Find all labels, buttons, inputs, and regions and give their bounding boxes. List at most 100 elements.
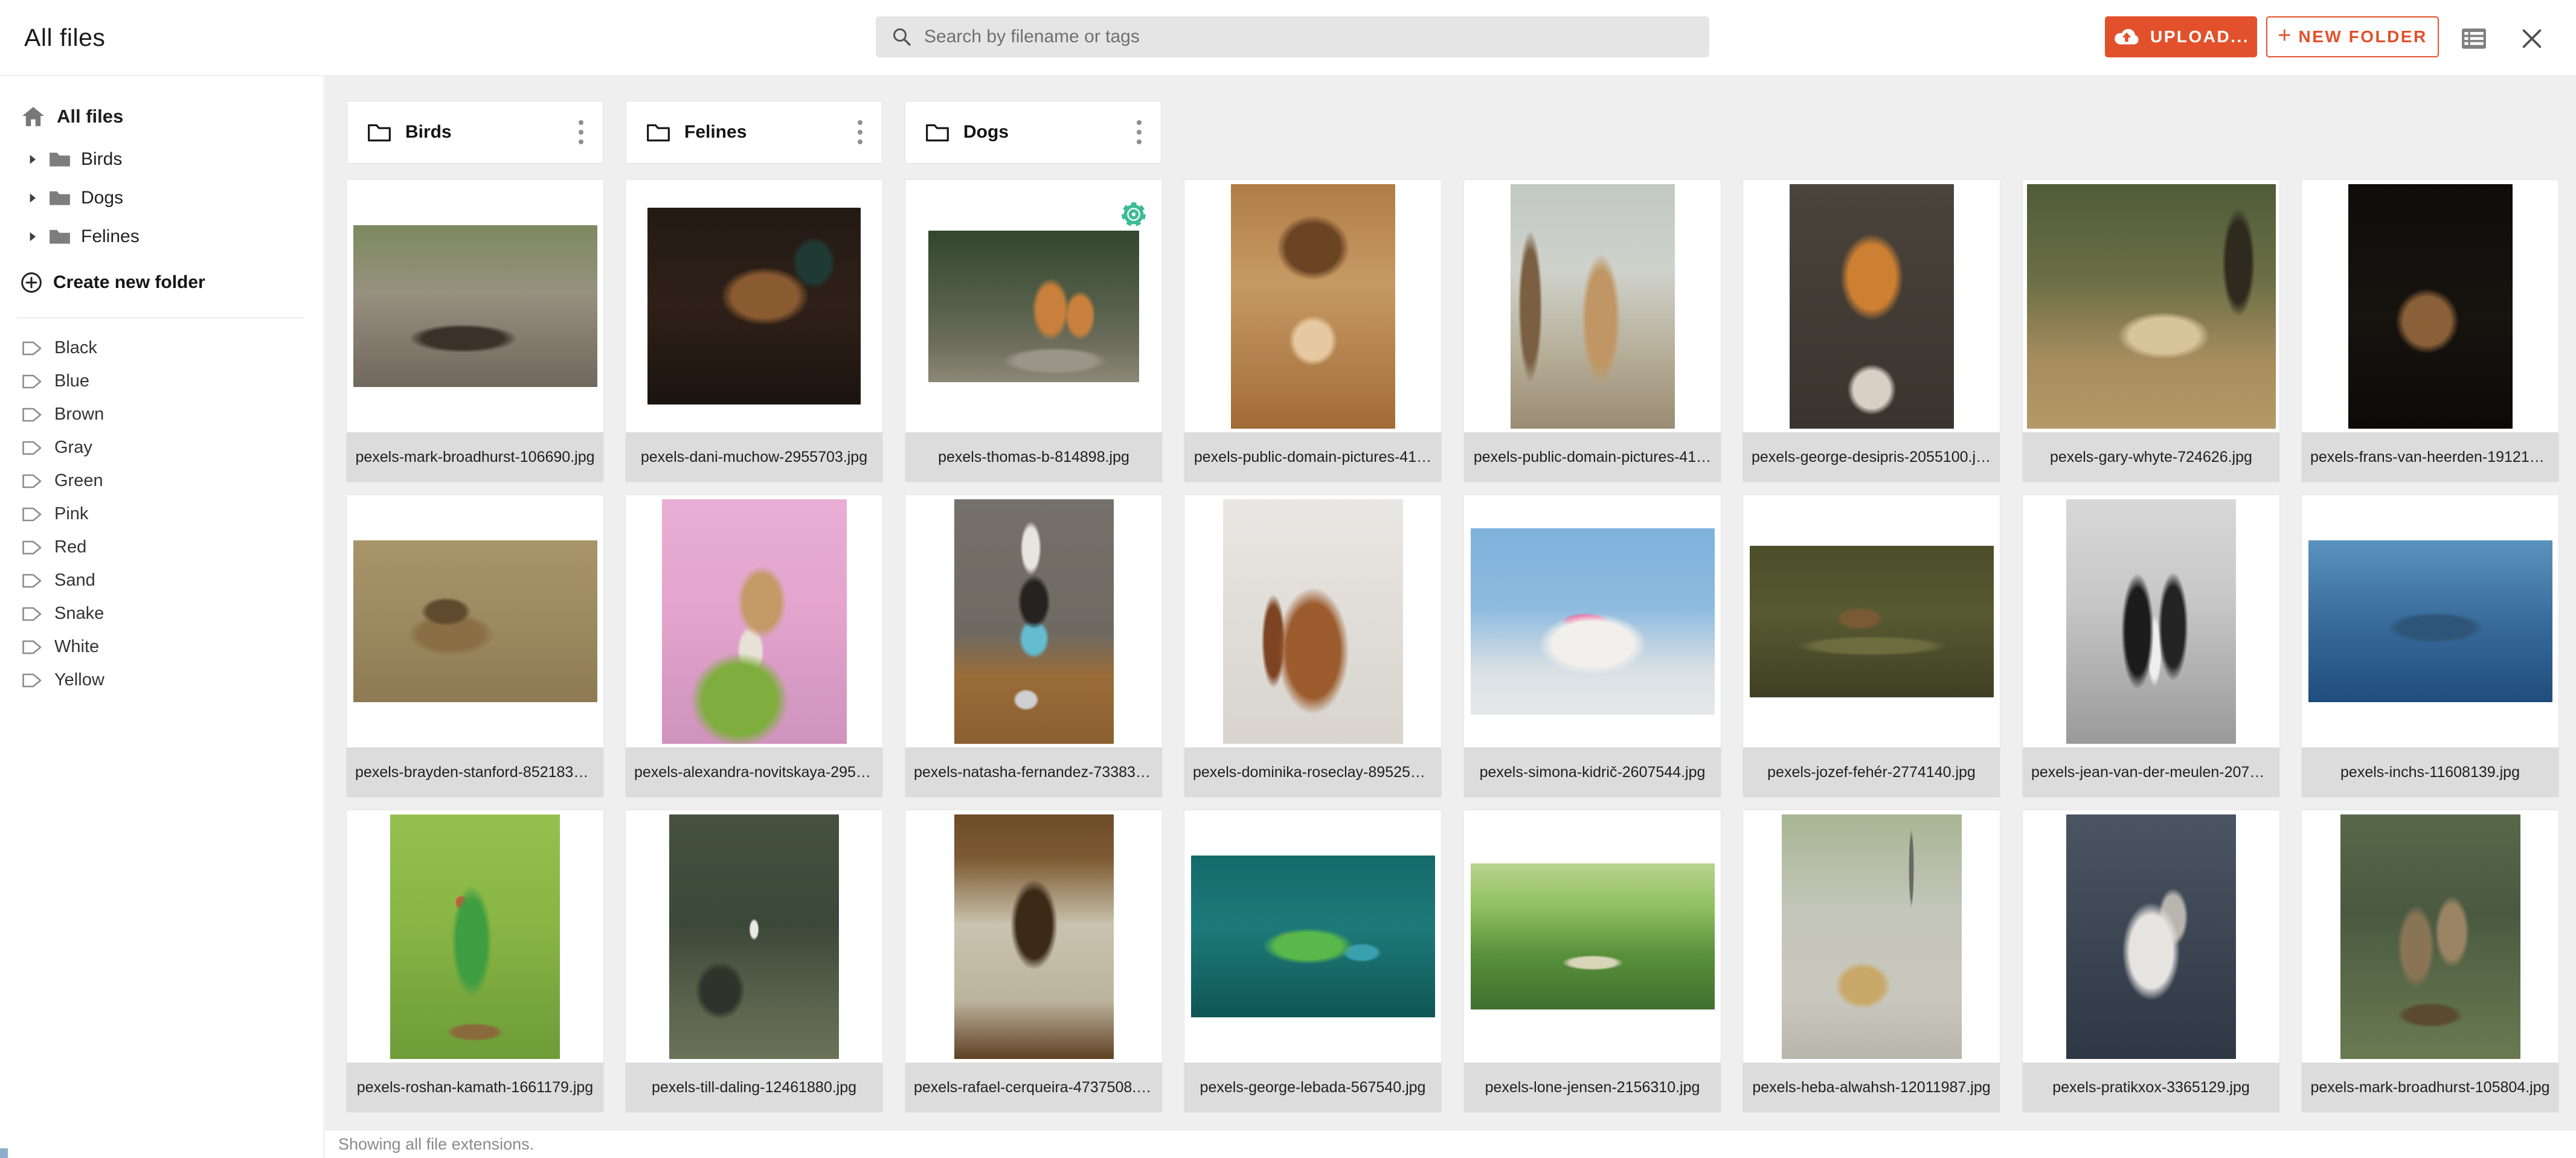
image-thumbnail: [1750, 546, 1994, 697]
image-thumbnail: [928, 231, 1139, 382]
sidebar-folder-label: Felines: [81, 226, 140, 247]
file-card[interactable]: pexels-rafael-cerqueira-4737508.jpg: [905, 810, 1162, 1112]
thumbnail-area: [1184, 180, 1441, 432]
status-text: Showing all file extensions.: [338, 1135, 534, 1154]
thumbnail-area: [905, 810, 1162, 1063]
upload-button[interactable]: UPLOAD...: [2105, 16, 2257, 57]
sidebar-tag-snake[interactable]: Snake: [0, 597, 324, 630]
file-card[interactable]: pexels-dominika-roseclay-895259.…: [1184, 495, 1441, 797]
file-card[interactable]: pexels-alexandra-novitskaya-2951…: [626, 495, 882, 797]
list-view-button[interactable]: [2459, 24, 2488, 53]
file-card[interactable]: pexels-mark-broadhurst-106690.jpg: [347, 180, 603, 482]
file-card[interactable]: pexels-gary-whyte-724626.jpg: [2023, 180, 2279, 482]
file-name-label: pexels-till-daling-12461880.jpg: [626, 1063, 882, 1112]
scroll-grip[interactable]: [0, 1148, 8, 1158]
search-input[interactable]: [923, 26, 1709, 48]
tag-icon: [22, 473, 42, 489]
thumbnail-area: [2023, 495, 2279, 747]
image-thumbnail: [2308, 540, 2552, 702]
thumbnail-area: [626, 180, 882, 432]
thumbnail-area: [1464, 810, 1721, 1063]
file-name-label: pexels-george-lebada-567540.jpg: [1184, 1063, 1441, 1112]
file-card[interactable]: pexels-heba-alwahsh-12011987.jpg: [1743, 810, 2000, 1112]
file-card[interactable]: pexels-frans-van-heerden-191217…: [2302, 180, 2558, 482]
thumbnail-area: [347, 810, 603, 1063]
folder-icon: [48, 189, 71, 207]
sidebar-item-felines[interactable]: Felines: [0, 217, 324, 256]
sidebar-tag-sand[interactable]: Sand: [0, 564, 324, 597]
sidebar-tag-white[interactable]: White: [0, 630, 324, 664]
upload-cloud-icon: [2113, 27, 2141, 47]
file-card[interactable]: pexels-george-desipris-2055100.jpg: [1743, 180, 2000, 482]
folder-card-birds[interactable]: Birds: [347, 101, 603, 164]
file-card[interactable]: pexels-brayden-stanford-8521834.…: [347, 495, 603, 797]
file-card[interactable]: pexels-lone-jensen-2156310.jpg: [1464, 810, 1721, 1112]
file-name-label: pexels-jozef-fehér-2774140.jpg: [1743, 747, 2000, 797]
folder-icon: [48, 150, 71, 168]
file-card[interactable]: pexels-pratikxox-3365129.jpg: [2023, 810, 2279, 1112]
file-name-label: pexels-natasha-fernandez-733835…: [905, 747, 1162, 797]
folder-card-dogs[interactable]: Dogs: [905, 101, 1161, 164]
sidebar-tag-brown[interactable]: Brown: [0, 398, 324, 431]
file-card[interactable]: pexels-natasha-fernandez-733835…: [905, 495, 1162, 797]
create-new-folder-button[interactable]: Create new folder: [0, 263, 324, 302]
file-card[interactable]: pexels-jean-van-der-meulen-2078…: [2023, 495, 2279, 797]
folder-card-name: Felines: [684, 122, 747, 142]
file-card[interactable]: pexels-jozef-fehér-2774140.jpg: [1743, 495, 2000, 797]
image-thumbnail: [2348, 184, 2513, 429]
folder-outline-icon: [646, 121, 671, 143]
sidebar-tag-red[interactable]: Red: [0, 531, 324, 564]
status-bar: Showing all file extensions.: [325, 1130, 2576, 1158]
search-bar[interactable]: [876, 16, 1709, 57]
file-card[interactable]: pexels-public-domain-pictures-41…: [1184, 180, 1441, 482]
thumbnail-area: [2023, 810, 2279, 1063]
new-folder-button[interactable]: + NEW FOLDER: [2266, 16, 2439, 57]
sidebar-tag-label: Snake: [54, 604, 104, 624]
file-card[interactable]: pexels-mark-broadhurst-105804.jpg: [2302, 810, 2558, 1112]
caret-right-icon[interactable]: [28, 192, 43, 204]
sidebar-tag-pink[interactable]: Pink: [0, 497, 324, 531]
tag-icon: [22, 540, 42, 555]
file-card[interactable]: pexels-simona-kidrič-2607544.jpg: [1464, 495, 1721, 797]
file-name-label: pexels-roshan-kamath-1661179.jpg: [347, 1063, 603, 1112]
sidebar-tag-blue[interactable]: Blue: [0, 365, 324, 398]
sidebar-tag-yellow[interactable]: Yellow: [0, 664, 324, 697]
file-name-label: pexels-simona-kidrič-2607544.jpg: [1464, 747, 1721, 797]
image-thumbnail: [669, 814, 839, 1059]
sidebar-tag-label: Sand: [54, 571, 95, 590]
caret-right-icon[interactable]: [28, 153, 43, 165]
sidebar-tag-gray[interactable]: Gray: [0, 431, 324, 464]
sidebar-tag-label: Green: [54, 471, 103, 491]
thumbnail-area: [347, 180, 603, 432]
file-name-label: pexels-gary-whyte-724626.jpg: [2023, 432, 2279, 482]
sidebar-tag-green[interactable]: Green: [0, 464, 324, 497]
file-name-label: pexels-mark-broadhurst-105804.jpg: [2302, 1063, 2558, 1112]
folder-card-name: Birds: [405, 122, 452, 142]
caret-right-icon[interactable]: [28, 231, 43, 243]
thumbnail-area: [2302, 495, 2558, 747]
sidebar-item-birds[interactable]: Birds: [0, 140, 324, 179]
kebab-menu-icon[interactable]: [1133, 117, 1145, 148]
file-card[interactable]: pexels-roshan-kamath-1661179.jpg: [347, 810, 603, 1112]
file-name-label: pexels-george-desipris-2055100.jpg: [1743, 432, 2000, 482]
sidebar-folder-label: Dogs: [81, 188, 123, 208]
kebab-menu-icon[interactable]: [575, 117, 587, 148]
file-card[interactable]: pexels-public-domain-pictures-41…: [1464, 180, 1721, 482]
file-card[interactable]: pexels-till-daling-12461880.jpg: [626, 810, 882, 1112]
file-card[interactable]: pexels-inchs-11608139.jpg: [2302, 495, 2558, 797]
sidebar-item-dogs[interactable]: Dogs: [0, 179, 324, 217]
file-card[interactable]: pexels-george-lebada-567540.jpg: [1184, 810, 1441, 1112]
thumbnail-area: [2023, 180, 2279, 432]
sidebar-tag-black[interactable]: Black: [0, 331, 324, 365]
sidebar-item-all-files[interactable]: All files: [0, 97, 324, 136]
sidebar-tag-label: Black: [54, 338, 97, 358]
close-button[interactable]: [2517, 24, 2546, 53]
folder-card-felines[interactable]: Felines: [626, 101, 882, 164]
thumbnail-area: [1743, 810, 2000, 1063]
file-name-label: pexels-heba-alwahsh-12011987.jpg: [1743, 1063, 2000, 1112]
tag-icon: [22, 673, 42, 688]
image-thumbnail: [1471, 863, 1715, 1009]
file-card[interactable]: pexels-dani-muchow-2955703.jpg: [626, 180, 882, 482]
kebab-menu-icon[interactable]: [854, 117, 866, 148]
file-card[interactable]: pexels-thomas-b-814898.jpg: [905, 180, 1162, 482]
